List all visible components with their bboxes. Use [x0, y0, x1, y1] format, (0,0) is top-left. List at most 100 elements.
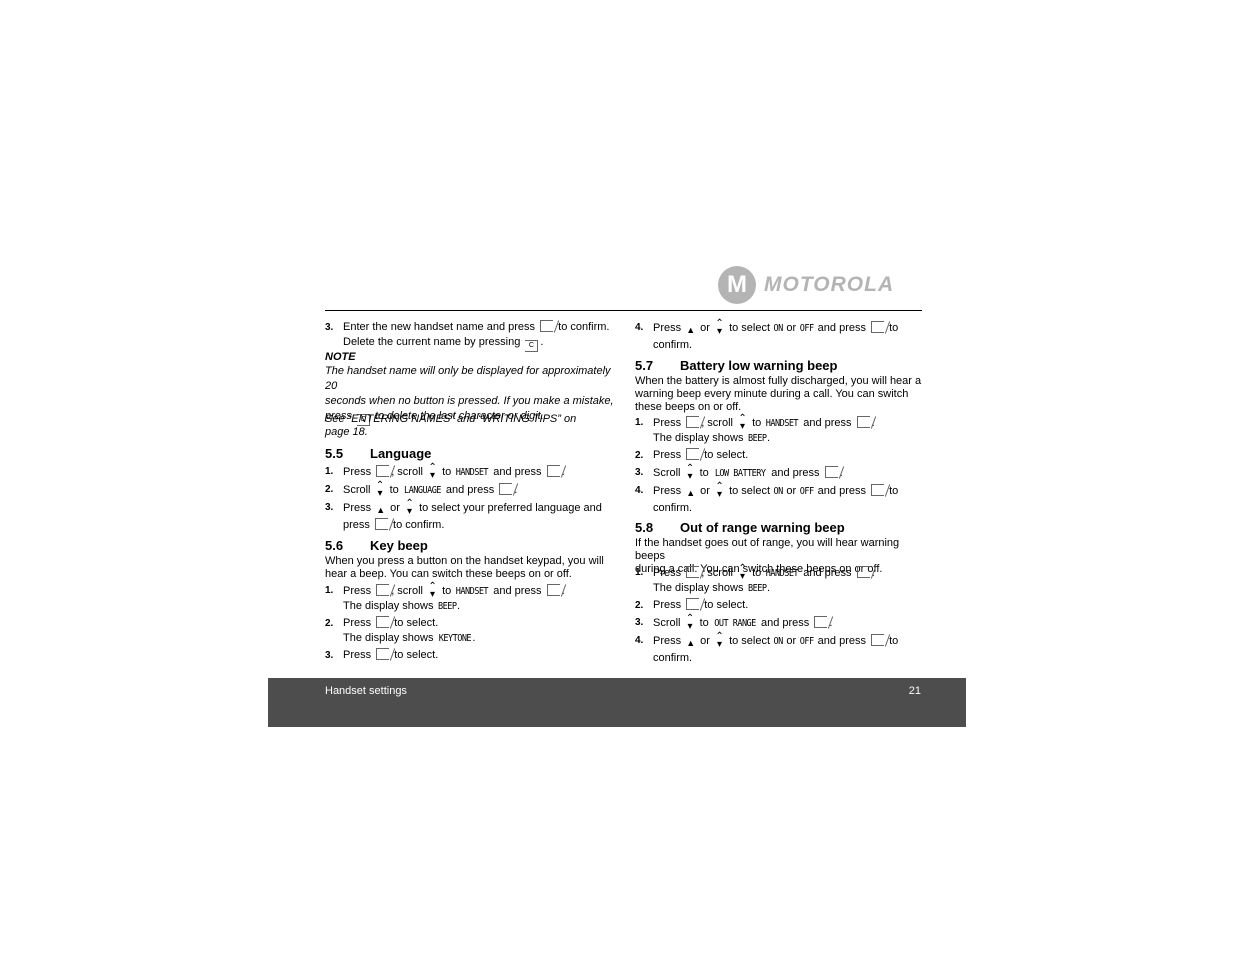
- language-steps: 1. Press , scroll ⌃ ▾ to HANDSET and press…: [325, 462, 620, 535]
- text: to: [696, 467, 712, 479]
- up-arrow-icon: ▲: [686, 488, 696, 498]
- text: or: [697, 322, 714, 334]
- text: and press: [490, 585, 545, 597]
- display-text: KEYTONE: [438, 633, 471, 644]
- menu-ok-icon: [376, 465, 390, 477]
- text-line: Press to select.: [653, 598, 925, 613]
- scroll-icon: ⌃ ▾: [685, 613, 695, 632]
- step-text: Press to select.: [343, 648, 620, 663]
- scroll-icon: ⌃ ▾: [685, 463, 695, 482]
- text: and press: [757, 617, 813, 629]
- motorola-logo: M MOTOROLA: [718, 266, 894, 304]
- text: When the battery is almost fully dischar…: [635, 375, 922, 387]
- text: or: [783, 635, 800, 647]
- text: to confirm.: [389, 519, 445, 531]
- display-text: LOW BATTERY: [714, 468, 766, 479]
- text-line: Press to select.: [343, 616, 620, 631]
- text: to select.: [391, 649, 439, 661]
- step-text: Press , scroll ⌃ ▾ to HANDSET and press .: [343, 462, 620, 481]
- step-text: Scroll ⌃ ▾ to LANGUAGE and press .: [343, 481, 620, 499]
- list-item: 1. Press , scroll ⌃ ▾ to HANDSET and press…: [325, 582, 620, 614]
- list-item: 3. Press to select.: [325, 648, 620, 663]
- step-number: 2.: [325, 484, 334, 495]
- text: , scroll: [701, 417, 737, 429]
- menu-ok-icon: [856, 566, 870, 578]
- text: to select.: [701, 599, 749, 611]
- menu-ok-icon: [871, 634, 885, 646]
- text: Scroll: [653, 467, 684, 479]
- list-item: 4. Press ▲ or ⌃ ▾ to select ON or OFF and …: [635, 482, 925, 516]
- text: page 18.: [325, 426, 368, 438]
- step-number: 3.: [635, 467, 644, 478]
- menu-ok-icon: [814, 616, 828, 628]
- motorola-wordmark: MOTOROLA: [764, 273, 895, 296]
- text: Delete the current name by pressing: [343, 336, 524, 348]
- text-line: confirm.: [653, 651, 925, 666]
- text-line: Scroll ⌃ ▾ to LANGUAGE and press .: [343, 481, 620, 499]
- scroll-icon: ⌃ ▾: [428, 462, 437, 481]
- text-line: Enter the new handset name and press to …: [343, 320, 620, 335]
- display-text: OUT RANGE: [714, 618, 756, 629]
- text: The display shows: [653, 582, 747, 594]
- text: to select: [726, 485, 774, 497]
- text: or: [697, 635, 714, 647]
- up-arrow-icon: ▲: [376, 505, 386, 515]
- text: Press: [653, 449, 685, 461]
- page-number: 21: [908, 685, 921, 697]
- list-item: 1. Press , scroll ⌃ ▾ to HANDSET and press…: [635, 564, 925, 596]
- text: to: [439, 585, 455, 597]
- text: to select: [726, 322, 774, 334]
- menu-ok-icon: [856, 416, 870, 428]
- key-beep-steps: 1. Press , scroll ⌃ ▾ to HANDSET and press…: [325, 582, 620, 665]
- text: and press: [814, 635, 870, 647]
- text: The display shows: [653, 432, 747, 444]
- text: or: [783, 485, 800, 497]
- text: If the handset goes out of range, you wi…: [635, 537, 900, 562]
- text-line: Press ▲ or ⌃ ▾ to select your preferred l…: [343, 499, 620, 518]
- text-line: Press , scroll ⌃ ▾ to HANDSET and press .: [653, 564, 925, 582]
- text-line: Delete the current name by pressing C.: [343, 335, 620, 352]
- display-text: HANDSET: [766, 568, 799, 579]
- step-number: 4.: [635, 635, 644, 646]
- list-item: 4. Press ▲ or ⌃ ▾ to select ON or OFF and …: [635, 632, 925, 666]
- text: .: [767, 582, 771, 594]
- text: See “ENTERING NAMES” and “WRITING TIPS” …: [325, 413, 577, 425]
- text: Press: [653, 485, 685, 497]
- menu-ok-icon: [686, 416, 700, 428]
- text: confirm.: [653, 339, 693, 351]
- step-number: 3.: [325, 322, 334, 333]
- text-line: hear a beep. You can switch these beeps …: [325, 568, 620, 581]
- text: Press: [343, 617, 375, 629]
- step-number: 3.: [325, 650, 334, 661]
- step-text: Press ▲ or ⌃ ▾ to select ON or OFF and pr…: [653, 632, 925, 666]
- step-text: Press , scroll ⌃ ▾ to HANDSET and press .…: [343, 582, 620, 614]
- battery-beep-steps: 1. Press , scroll ⌃ ▾ to HANDSET and press…: [635, 414, 925, 518]
- text: Press: [343, 585, 375, 597]
- step-text: Scroll ⌃ ▾ to OUT RANGE and press .: [653, 613, 925, 632]
- text: Enter the new handset name and press: [343, 321, 539, 333]
- text-line: Press ▲ or ⌃ ▾ to select ON or OFF and pr…: [653, 482, 925, 501]
- text-line: Press to select.: [343, 648, 620, 663]
- menu-ok-icon: [546, 465, 560, 477]
- delete-icon: C: [525, 340, 539, 352]
- text: and press: [814, 322, 870, 334]
- display-text: HANDSET: [766, 418, 799, 429]
- battery-beep-intro: When the battery is almost fully dischar…: [635, 375, 925, 414]
- list-item: 1. Press , scroll ⌃ ▾ to HANDSET and press…: [635, 414, 925, 446]
- step-text: Press ▲ or ⌃ ▾ to select ON or OFF and pr…: [653, 482, 925, 516]
- menu-ok-icon: [376, 648, 390, 660]
- text: confirm.: [653, 502, 693, 514]
- text: Press: [653, 635, 685, 647]
- menu-ok-icon: [686, 448, 700, 460]
- display-text: ON: [773, 486, 784, 497]
- step-number: 1.: [325, 466, 334, 477]
- step-text: Press to select.: [653, 448, 925, 463]
- step-number: 2.: [325, 618, 334, 629]
- step-number: 1.: [635, 567, 644, 578]
- text: Press: [653, 322, 685, 334]
- text: and press: [442, 484, 498, 496]
- text: , scroll: [391, 585, 427, 597]
- up-arrow-icon: ▲: [686, 325, 696, 335]
- text: to select: [726, 635, 774, 647]
- key-beep-intro: When you press a button on the handset k…: [325, 555, 620, 581]
